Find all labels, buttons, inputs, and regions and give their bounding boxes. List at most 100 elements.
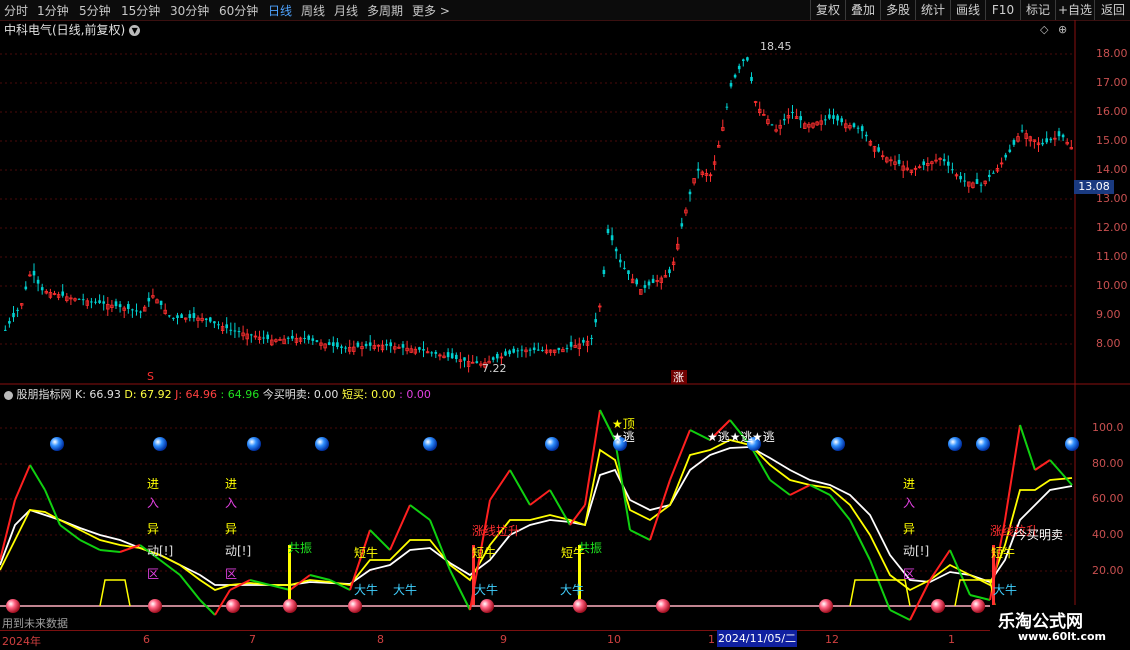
annot-zhangxian: 涨线拉升 xyxy=(472,523,520,538)
diamond-icon[interactable]: ◇ xyxy=(1040,23,1049,36)
ball-marker xyxy=(6,599,20,613)
candle-body xyxy=(852,123,856,128)
price-tick: 12.00 xyxy=(1096,221,1128,234)
candle-body xyxy=(401,344,405,348)
candle-body xyxy=(680,223,684,227)
candle-body xyxy=(61,291,64,296)
annot-duanniu-3: 短牛 xyxy=(561,545,585,560)
annot-jin-2: 进 xyxy=(225,477,237,491)
candle-body xyxy=(172,317,175,319)
candle-body xyxy=(963,180,966,182)
ball-marker xyxy=(148,599,162,613)
j-line-segment xyxy=(969,594,991,601)
annot-qu: 区 xyxy=(147,567,159,581)
candle-body xyxy=(590,337,593,339)
annot-top: ★顶 xyxy=(612,417,635,431)
indicator-tick: 80.00 xyxy=(1092,457,1124,470)
j-line-segment xyxy=(1004,424,1021,521)
j-line-segment xyxy=(1019,424,1036,471)
candle-body xyxy=(344,347,347,349)
price-tick: 18.00 xyxy=(1096,47,1128,60)
j-line-segment xyxy=(614,439,631,531)
candle-body xyxy=(942,159,946,162)
annot-daniu-5: 大牛 xyxy=(993,582,1017,597)
candle-body xyxy=(40,287,44,291)
candle-body xyxy=(1041,142,1044,145)
candle-body xyxy=(836,115,839,121)
candle-body xyxy=(385,344,388,346)
annot-daniu-2: 大牛 xyxy=(393,582,417,597)
candle-body xyxy=(266,334,269,340)
candle-body xyxy=(824,119,827,121)
candle-body xyxy=(192,313,196,318)
ball-marker xyxy=(948,437,962,451)
candle-body xyxy=(651,278,655,283)
ball-marker xyxy=(283,599,297,613)
candle-body xyxy=(606,228,610,233)
ball-marker xyxy=(153,437,167,451)
candle-body xyxy=(897,159,901,164)
annot-yi-3: 异 xyxy=(903,522,915,536)
high-marker: 18.45 xyxy=(760,40,792,53)
indicator-tick: 20.00 xyxy=(1092,564,1124,577)
price-tick: 10.00 xyxy=(1096,279,1128,292)
s-marker: S xyxy=(147,370,154,383)
price-tick: 16.00 xyxy=(1096,105,1128,118)
candle-body xyxy=(135,310,138,312)
j-line-segment xyxy=(349,529,371,591)
candle-body xyxy=(209,317,212,322)
current-price-tag: 13.08 xyxy=(1074,180,1114,194)
candle-body xyxy=(168,315,171,317)
candle-body xyxy=(364,343,368,347)
j-line-segment xyxy=(1034,459,1051,471)
candle-body xyxy=(975,179,979,184)
annot-ru-3: 入 xyxy=(903,496,915,510)
annot-duanniu-2: 短牛 xyxy=(472,545,496,560)
candle-body xyxy=(32,270,36,276)
candle-body xyxy=(856,127,860,129)
date-label: 7 xyxy=(249,633,256,646)
candle-body xyxy=(627,270,630,274)
candle-body xyxy=(217,324,220,326)
candle-body xyxy=(434,351,438,354)
candles xyxy=(4,56,1073,373)
candle-body xyxy=(496,353,499,359)
candle-body xyxy=(1012,140,1016,145)
candle-body xyxy=(840,118,843,123)
watermark: 乐淘公式网 www.60lt.com xyxy=(990,605,1125,647)
candle-body xyxy=(291,335,294,339)
j-line-segment xyxy=(159,559,181,576)
annot-yi: 异 xyxy=(147,522,159,536)
annot-duanniu: 短牛 xyxy=(354,545,378,560)
candle-body xyxy=(176,315,179,318)
indicator-tick: 100.0 xyxy=(1092,421,1124,434)
j-line-segment xyxy=(199,599,216,616)
price-tick: 17.00 xyxy=(1096,76,1128,89)
chevron-down-icon[interactable] xyxy=(4,390,13,400)
candle-body xyxy=(430,352,433,354)
candle-body xyxy=(131,309,134,311)
candle-body xyxy=(623,267,626,269)
date-label: 8 xyxy=(377,633,384,646)
low-marker: 7.22 xyxy=(482,362,507,375)
ball-marker xyxy=(226,599,240,613)
annot-jinmai: 今买明卖 xyxy=(1015,527,1063,542)
date-label: 2024年 xyxy=(2,635,41,648)
annot-yi-2: 异 xyxy=(225,522,237,536)
candle-body xyxy=(725,106,729,108)
j-line-segment xyxy=(309,574,331,581)
extra-value: : 64.96 xyxy=(220,388,260,401)
candle-body xyxy=(647,281,651,286)
j-line-segment xyxy=(489,469,511,501)
annot-tao: ★逃 xyxy=(612,430,635,444)
candle-body xyxy=(311,338,315,341)
ball-marker xyxy=(573,599,587,613)
candle-body xyxy=(204,318,208,320)
j-line-segment xyxy=(929,549,951,581)
candle-body xyxy=(303,337,306,339)
candle-body xyxy=(278,339,282,341)
indicator-tick: 60.00 xyxy=(1092,492,1124,505)
candle-body xyxy=(475,361,479,364)
ball-marker xyxy=(819,599,833,613)
expand-icon[interactable]: ⊕ xyxy=(1058,23,1067,36)
